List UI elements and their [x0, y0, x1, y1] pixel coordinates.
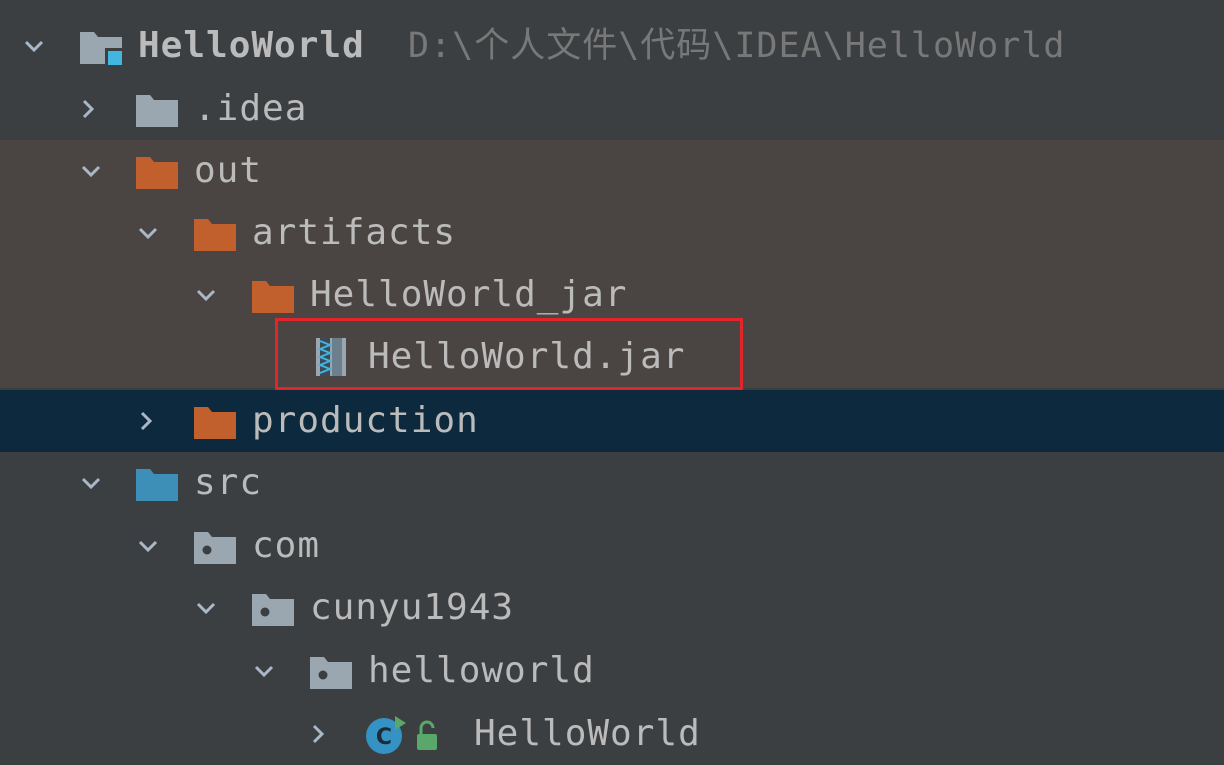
tree-node-src[interactable]: src: [0, 452, 1224, 514]
tree-node-helloworld-class[interactable]: C HelloWorld: [0, 703, 1224, 765]
chevron-right-icon[interactable]: [130, 405, 162, 437]
tree-node-idea[interactable]: .idea: [0, 78, 1224, 140]
tree-node-label: HelloWorld_jar: [310, 274, 628, 315]
tree-node-artifacts[interactable]: artifacts: [0, 202, 1224, 264]
tree-node-label: helloworld: [368, 650, 595, 691]
tree-node-label: .idea: [194, 88, 308, 129]
folder-icon: [134, 87, 180, 131]
tree-node-production[interactable]: production: [0, 390, 1224, 452]
project-name: HelloWorld: [138, 25, 365, 66]
tree-node-label: com: [252, 525, 321, 566]
tree-node-out[interactable]: out: [0, 140, 1224, 202]
chevron-down-icon[interactable]: [132, 530, 164, 562]
chevron-down-icon[interactable]: [132, 217, 164, 249]
tree-node-label: HelloWorld: [474, 713, 701, 754]
chevron-down-icon[interactable]: [75, 155, 107, 187]
project-tree: HelloWorld D:\个人文件\代码\IDEA\HelloWorld .i…: [0, 0, 1224, 760]
project-path: D:\个人文件\代码\IDEA\HelloWorld: [408, 26, 1066, 66]
excluded-folder-icon: [192, 211, 238, 255]
chevron-down-icon[interactable]: [190, 592, 222, 624]
chevron-down-icon[interactable]: [75, 467, 107, 499]
tree-node-label: production: [252, 400, 479, 441]
package-icon: [308, 649, 354, 693]
unlock-icon: [412, 712, 442, 756]
tree-node-label: src: [194, 462, 263, 503]
project-folder-icon: [78, 24, 124, 68]
package-icon: [250, 586, 296, 630]
source-folder-icon: [134, 461, 180, 505]
tree-node-com[interactable]: com: [0, 515, 1224, 577]
chevron-down-icon[interactable]: [18, 30, 50, 62]
chevron-down-icon[interactable]: [190, 279, 222, 311]
tree-node-helloworld-jar-folder[interactable]: HelloWorld_jar: [0, 264, 1224, 326]
highlight-annotation-box: [275, 318, 743, 390]
excluded-folder-icon: [250, 273, 296, 317]
tree-node-project-root[interactable]: HelloWorld D:\个人文件\代码\IDEA\HelloWorld: [0, 15, 1224, 77]
chevron-right-icon[interactable]: [72, 93, 104, 125]
tree-node-cunyu1943[interactable]: cunyu1943: [0, 577, 1224, 639]
java-class-icon: C: [362, 712, 408, 756]
svg-text:C: C: [376, 725, 392, 750]
tree-node-helloworld-package[interactable]: helloworld: [0, 640, 1224, 702]
chevron-down-icon[interactable]: [248, 655, 280, 687]
excluded-folder-icon: [134, 149, 180, 193]
tree-node-label: cunyu1943: [310, 587, 515, 628]
chevron-right-icon[interactable]: [302, 718, 334, 750]
tree-node-label: out: [194, 150, 263, 191]
package-icon: [192, 524, 238, 568]
excluded-folder-icon: [192, 399, 238, 443]
tree-node-label: artifacts: [252, 212, 457, 253]
